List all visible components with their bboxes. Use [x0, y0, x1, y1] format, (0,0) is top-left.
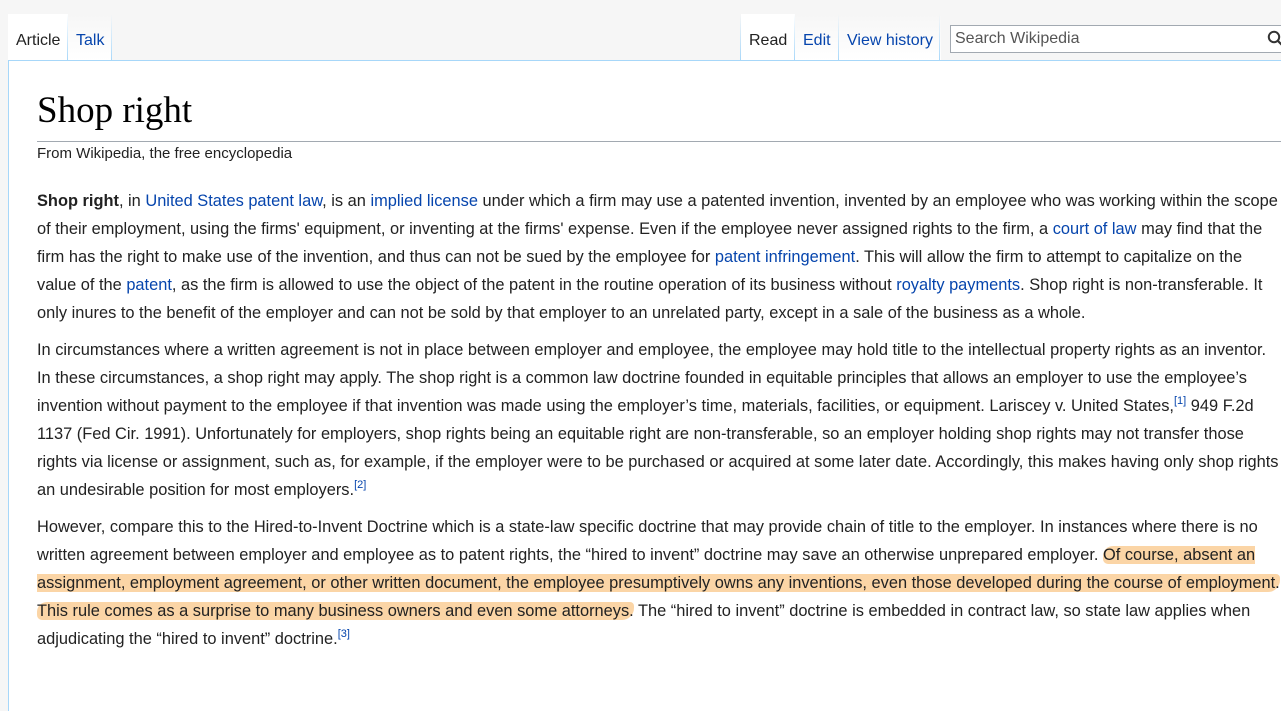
text: However, compare this to the Hired-to-In… — [37, 518, 1258, 564]
link-united-states-patent-law[interactable]: United States patent law — [145, 192, 322, 210]
tab-article[interactable]: Article — [8, 14, 69, 61]
term-bold: Shop right — [37, 192, 119, 210]
reference-link-3[interactable]: [3] — [338, 628, 350, 640]
site-tagline: From Wikipedia, the free encyclopedia — [37, 145, 293, 162]
page-title: Shop right — [37, 89, 1281, 143]
tab-separator — [939, 14, 940, 61]
tab-read[interactable]: Read — [741, 14, 796, 61]
paragraph-3: However, compare this to the Hired-to-In… — [37, 513, 1281, 653]
text: , as the firm is allowed to use the obje… — [171, 276, 897, 294]
tab-read-label: Read — [749, 32, 788, 49]
link-royalty-payments[interactable]: royalty payments — [896, 276, 1020, 294]
link-patent-infringement[interactable]: patent infringement — [715, 248, 855, 266]
paragraph-2: In circumstances where a written agreeme… — [37, 336, 1281, 504]
text: , in — [118, 192, 146, 210]
reference-2: [2] — [354, 479, 366, 491]
article-body: Shop right, in United States patent law,… — [37, 187, 1281, 662]
tab-bar: Article Talk Read Edit View history — [0, 0, 1281, 61]
tab-edit[interactable]: Edit — [795, 14, 839, 61]
reference-1: [1] — [1174, 395, 1186, 407]
tab-view-history-label: View history — [847, 32, 933, 49]
link-court-of-law[interactable]: court of law — [1053, 220, 1137, 238]
text: In circumstances where a written agreeme… — [37, 341, 1267, 415]
tab-article-label: Article — [16, 32, 61, 49]
reference-link-2[interactable]: [2] — [354, 479, 366, 491]
link-implied-license[interactable]: implied license — [370, 192, 478, 210]
search-box — [950, 25, 1281, 53]
tab-talk-label: Talk — [76, 32, 105, 49]
paragraph-1: Shop right, in United States patent law,… — [37, 187, 1281, 327]
tab-separator — [111, 14, 112, 61]
link-patent[interactable]: patent — [126, 276, 172, 294]
reference-link-1[interactable]: [1] — [1174, 395, 1186, 407]
tab-view-history[interactable]: View history — [839, 14, 941, 61]
text: , is an — [322, 192, 371, 210]
search-input[interactable] — [951, 26, 1256, 52]
article-content: Shop right From Wikipedia, the free ency… — [8, 60, 1281, 711]
tab-talk[interactable]: Talk — [68, 14, 113, 61]
reference-3: [3] — [338, 628, 350, 640]
tab-edit-label: Edit — [803, 32, 831, 49]
search-icon[interactable] — [1267, 30, 1281, 48]
highlighted-text-2: This rule comes as a surprise to many bu… — [37, 602, 634, 620]
